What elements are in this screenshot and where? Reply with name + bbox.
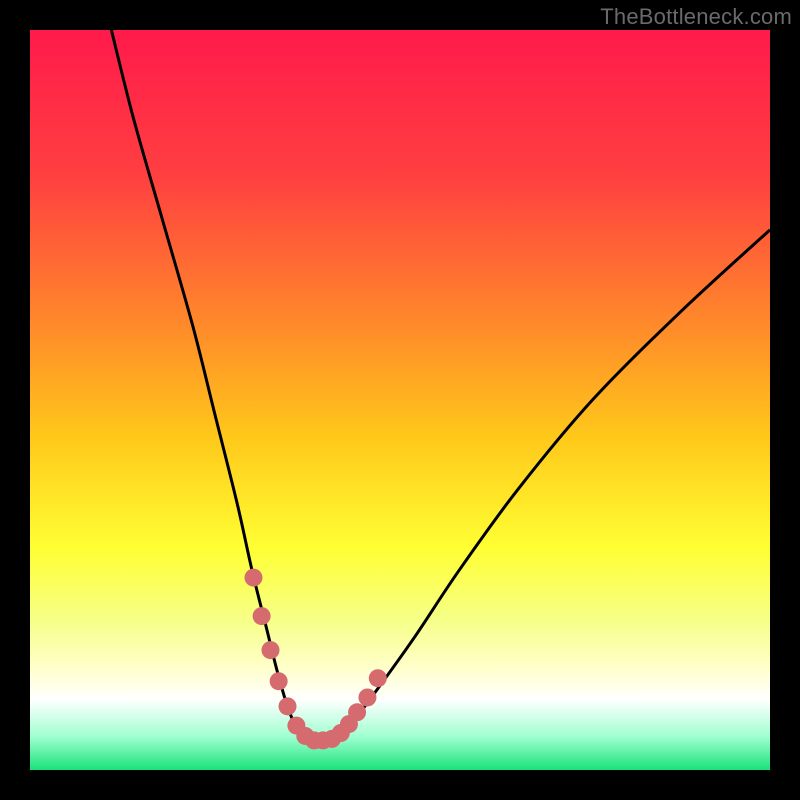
- watermark-text: TheBottleneck.com: [600, 4, 792, 30]
- chart-stage: TheBottleneck.com: [0, 0, 800, 800]
- valley-marker: [270, 672, 288, 690]
- valley-marker: [253, 607, 271, 625]
- valley-marker: [262, 641, 280, 659]
- valley-marker: [348, 703, 366, 721]
- valley-marker: [369, 669, 387, 687]
- valley-marker: [358, 688, 376, 706]
- valley-marker: [244, 569, 262, 587]
- valley-marker: [279, 697, 297, 715]
- bottleneck-chart: [30, 30, 770, 770]
